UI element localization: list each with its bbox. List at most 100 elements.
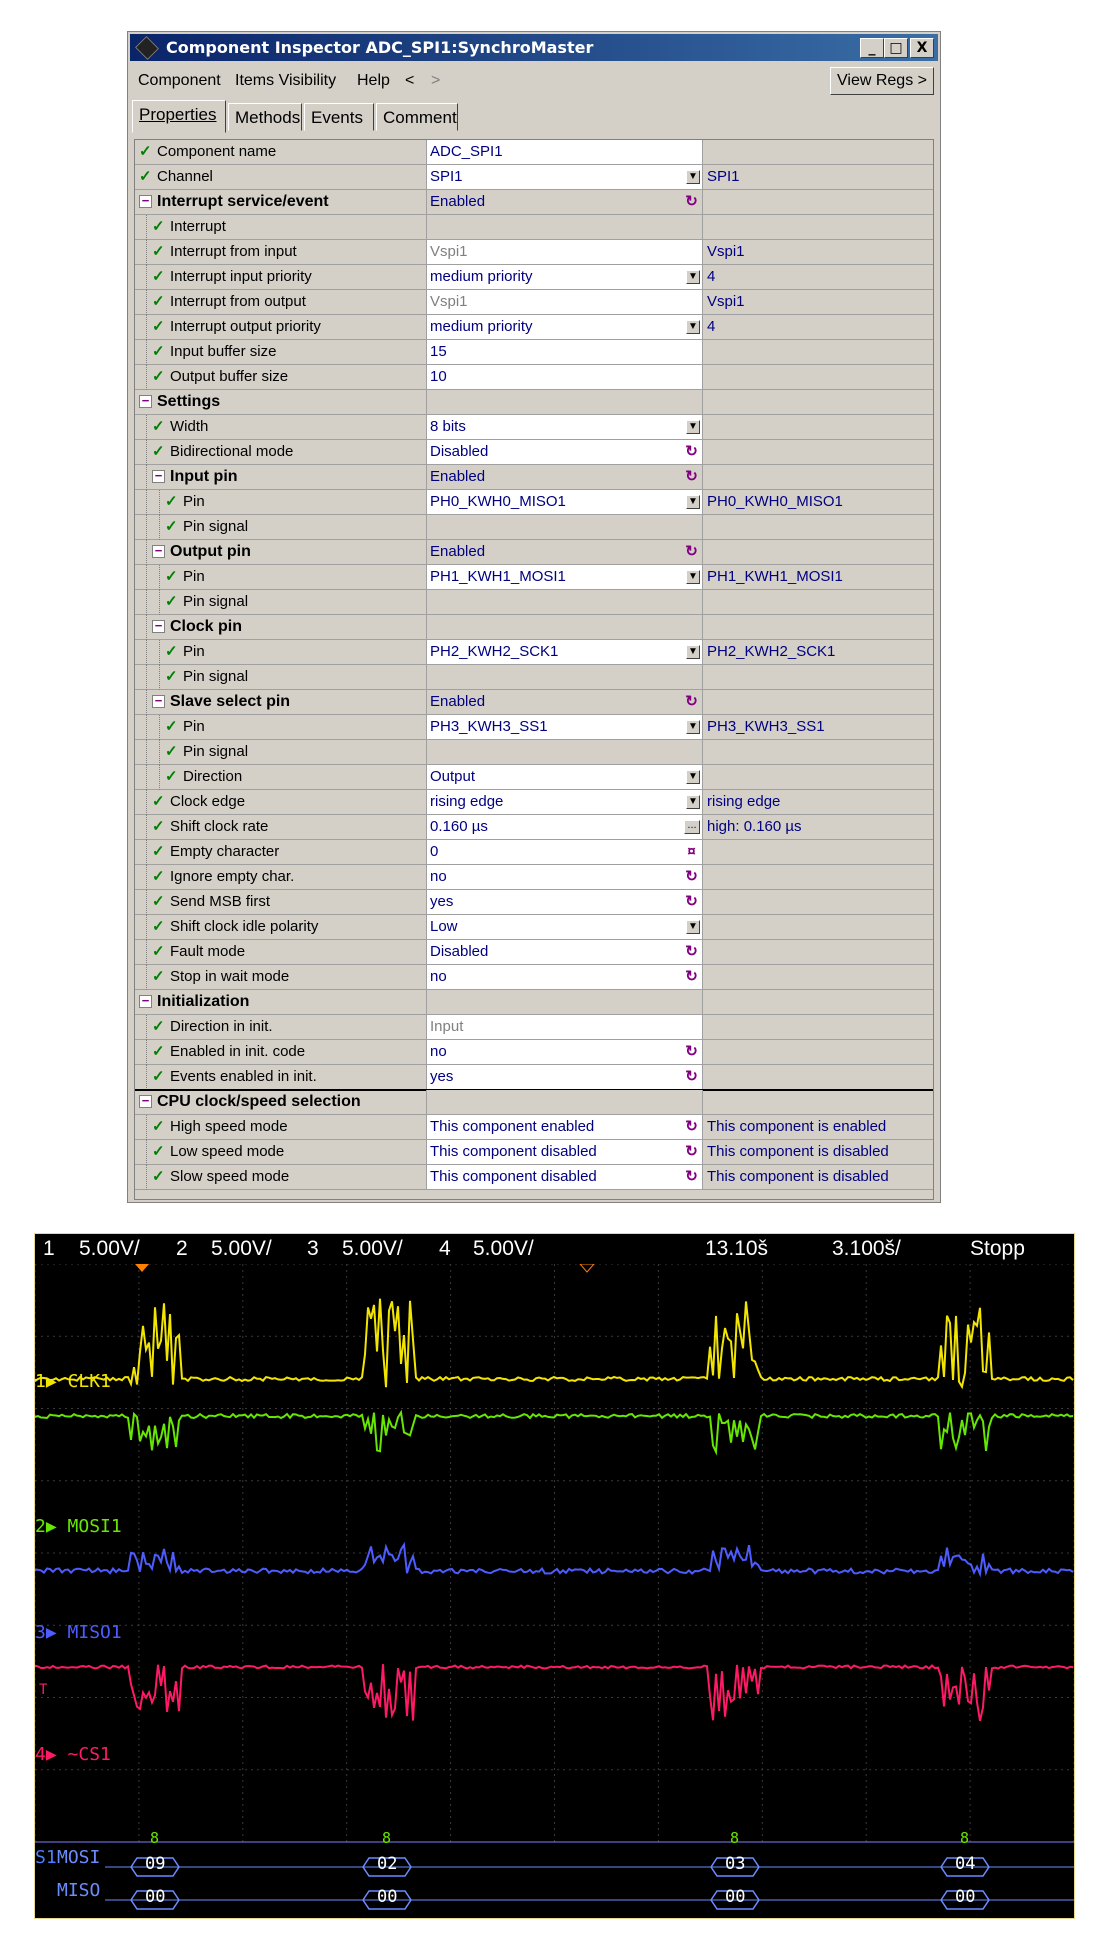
property-value[interactable]: Disabled ↻: [426, 440, 702, 464]
toggle-cycle-icon[interactable]: ↻: [684, 1169, 699, 1184]
property-value[interactable]: rising edge ▼: [426, 790, 702, 814]
toggle-cycle-icon[interactable]: ↻: [684, 1144, 699, 1159]
check-icon[interactable]: ✓: [165, 519, 179, 534]
property-row[interactable]: − Settings: [135, 390, 933, 415]
property-row[interactable]: ✓ Shift clock idle polarity Low ▼: [135, 915, 933, 940]
property-value[interactable]: Low ▼: [426, 915, 702, 939]
check-icon[interactable]: ✓: [139, 144, 153, 159]
property-row[interactable]: ✓ Ignore empty char. no ↻: [135, 865, 933, 890]
toggle-cycle-icon[interactable]: ↻: [684, 894, 699, 909]
property-value[interactable]: Enabled ↻: [426, 540, 702, 564]
back-arrow-icon[interactable]: <: [405, 72, 414, 90]
dropdown-arrow-icon[interactable]: ▼: [686, 270, 700, 284]
check-icon[interactable]: ✓: [152, 969, 166, 984]
view-regs-button[interactable]: View Regs >: [830, 67, 934, 95]
dropdown-arrow-icon[interactable]: ▼: [686, 795, 700, 809]
property-row[interactable]: ✓ Output buffer size 10: [135, 365, 933, 390]
toggle-cycle-icon[interactable]: ↻: [684, 194, 699, 209]
property-value[interactable]: Vspi1: [426, 240, 702, 264]
property-row[interactable]: ✓ Pin PH3_KWH3_SS1 ▼ PH3_KWH3_SS1: [135, 715, 933, 740]
toggle-cycle-icon[interactable]: ↻: [684, 1069, 699, 1084]
property-row[interactable]: ✓ Width 8 bits ▼: [135, 415, 933, 440]
property-row[interactable]: ✓ Direction in init. Input: [135, 1015, 933, 1040]
property-value[interactable]: Input: [426, 1015, 702, 1039]
property-value[interactable]: [426, 590, 702, 614]
toggle-cycle-icon[interactable]: ↻: [684, 1044, 699, 1059]
toggle-cycle-icon[interactable]: ↻: [684, 969, 699, 984]
property-row[interactable]: − Clock pin: [135, 615, 933, 640]
property-row[interactable]: ✓ Send MSB first yes ↻: [135, 890, 933, 915]
property-row[interactable]: − Slave select pin Enabled ↻: [135, 690, 933, 715]
property-row[interactable]: ✓ Component name ADC_SPI1: [135, 140, 933, 165]
menu-help[interactable]: Help: [357, 72, 390, 90]
property-row[interactable]: ✓ Pin signal: [135, 515, 933, 540]
tab-methods[interactable]: Methods: [228, 103, 302, 131]
check-icon[interactable]: ✓: [139, 169, 153, 184]
property-value[interactable]: This component disabled ↻: [426, 1165, 702, 1189]
property-value[interactable]: medium priority ▼: [426, 315, 702, 339]
collapse-icon[interactable]: −: [139, 395, 152, 408]
property-row[interactable]: ✓ Bidirectional mode Disabled ↻: [135, 440, 933, 465]
property-value[interactable]: 0.160 µs...: [426, 815, 702, 839]
title-bar[interactable]: Component Inspector ADC_SPI1:SynchroMast…: [130, 34, 938, 61]
property-value[interactable]: PH0_KWH0_MISO1 ▼: [426, 490, 702, 514]
property-value[interactable]: PH2_KWH2_SCK1 ▼: [426, 640, 702, 664]
dropdown-arrow-icon[interactable]: ▼: [686, 720, 700, 734]
property-value[interactable]: [426, 215, 702, 239]
property-value[interactable]: [426, 615, 702, 639]
collapse-icon[interactable]: −: [139, 1095, 152, 1108]
property-row[interactable]: ✓ Fault mode Disabled ↻: [135, 940, 933, 965]
check-icon[interactable]: ✓: [165, 494, 179, 509]
property-value[interactable]: 15: [426, 340, 702, 364]
property-value[interactable]: [426, 515, 702, 539]
property-value[interactable]: Enabled ↻: [426, 690, 702, 714]
collapse-icon[interactable]: −: [139, 995, 152, 1008]
property-value[interactable]: ADC_SPI1: [426, 140, 702, 164]
collapse-icon[interactable]: −: [152, 620, 165, 633]
check-icon[interactable]: ✓: [152, 444, 166, 459]
property-value[interactable]: This component disabled ↻: [426, 1140, 702, 1164]
property-row[interactable]: ✓ Direction Output ▼: [135, 765, 933, 790]
check-icon[interactable]: ✓: [165, 719, 179, 734]
property-row[interactable]: ✓ Events enabled in init. yes ↻: [135, 1065, 933, 1090]
check-icon[interactable]: ✓: [165, 769, 179, 784]
check-icon[interactable]: ✓: [152, 219, 166, 234]
toggle-cycle-icon[interactable]: ↻: [684, 869, 699, 884]
property-row[interactable]: ✓ Pin signal: [135, 665, 933, 690]
toggle-cycle-icon[interactable]: ↻: [684, 469, 699, 484]
property-row[interactable]: ✓ Pin signal: [135, 590, 933, 615]
check-icon[interactable]: ✓: [152, 1019, 166, 1034]
property-value[interactable]: PH1_KWH1_MOSI1 ▼: [426, 565, 702, 589]
property-row[interactable]: ✓ Interrupt from output Vspi1 Vspi1: [135, 290, 933, 315]
menu-component[interactable]: Component: [138, 72, 221, 90]
check-icon[interactable]: ✓: [152, 319, 166, 334]
property-row[interactable]: ✓ Slow speed mode This component disabled ↻…: [135, 1165, 933, 1190]
property-value[interactable]: Enabled ↻: [426, 465, 702, 489]
collapse-icon[interactable]: −: [152, 470, 165, 483]
property-row[interactable]: ✓ Pin PH2_KWH2_SCK1 ▼ PH2_KWH2_SCK1: [135, 640, 933, 665]
check-icon[interactable]: ✓: [152, 1169, 166, 1184]
property-value[interactable]: no ↻: [426, 965, 702, 989]
check-icon[interactable]: ✓: [152, 944, 166, 959]
forward-arrow-icon[interactable]: >: [431, 72, 440, 90]
tab-events[interactable]: Events: [304, 103, 374, 131]
property-value[interactable]: [426, 740, 702, 764]
property-value[interactable]: [426, 665, 702, 689]
tab-comment[interactable]: Comment: [376, 103, 458, 131]
check-icon[interactable]: ✓: [165, 669, 179, 684]
minimize-button[interactable]: _: [860, 38, 884, 58]
property-row[interactable]: − Input pin Enabled ↻: [135, 465, 933, 490]
check-icon[interactable]: ✓: [165, 644, 179, 659]
check-icon[interactable]: ✓: [152, 894, 166, 909]
property-value[interactable]: Vspi1: [426, 290, 702, 314]
check-icon[interactable]: ✓: [152, 819, 166, 834]
property-row[interactable]: ✓ High speed mode This component enabled ↻ T…: [135, 1115, 933, 1140]
property-value[interactable]: Output ▼: [426, 765, 702, 789]
check-icon[interactable]: ✓: [152, 919, 166, 934]
close-button[interactable]: X: [910, 38, 934, 58]
property-row[interactable]: ✓ Empty character 0 ¤: [135, 840, 933, 865]
check-icon[interactable]: ✓: [165, 594, 179, 609]
property-value[interactable]: no ↻: [426, 865, 702, 889]
property-value[interactable]: 10: [426, 365, 702, 389]
check-icon[interactable]: ✓: [152, 269, 166, 284]
